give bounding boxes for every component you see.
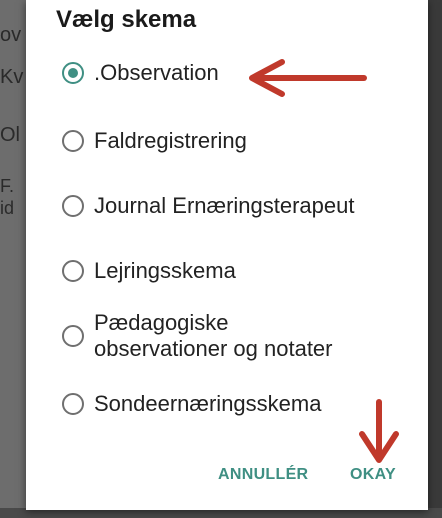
option-sondeernaeringsskema[interactable]: Sondeernæringsskema bbox=[62, 391, 321, 417]
option-label: Lejringsskema bbox=[94, 258, 236, 283]
option-label: Sondeernæringsskema bbox=[94, 391, 322, 416]
dialog-button-bar: ANNULLÉR OKAY bbox=[26, 466, 428, 496]
option-paedagogiske-observationer[interactable]: Pædagogiske observationer og notater bbox=[62, 310, 333, 362]
radio-unselected-icon[interactable] bbox=[62, 195, 84, 217]
background-edge bbox=[428, 0, 442, 518]
radio-unselected-icon[interactable] bbox=[62, 260, 84, 282]
option-label: Pædagogiske observationer og notater bbox=[94, 310, 333, 362]
radio-unselected-icon[interactable] bbox=[62, 325, 84, 347]
background-text-fragment: ov bbox=[0, 24, 22, 46]
okay-button[interactable]: OKAY bbox=[350, 466, 396, 484]
option-label: Journal Ernæringsterapeut bbox=[94, 193, 355, 218]
screen: ov Kv Ol F. id Vælg skema .Observation F… bbox=[0, 0, 442, 518]
background-text-fragment: Ol bbox=[0, 124, 20, 146]
red-arrow-icon bbox=[249, 59, 367, 97]
background-text-fragment: id bbox=[0, 198, 15, 218]
radio-unselected-icon[interactable] bbox=[62, 393, 84, 415]
background-text-fragment: F. bbox=[0, 176, 15, 196]
red-arrow-icon bbox=[359, 399, 399, 463]
cancel-button[interactable]: ANNULLÉR bbox=[218, 466, 308, 484]
background-text-fragment: Kv bbox=[0, 66, 24, 88]
option-label-line: observationer og notater bbox=[94, 336, 333, 361]
option-label: Faldregistrering bbox=[94, 128, 247, 153]
radio-selected-icon[interactable] bbox=[62, 62, 84, 84]
dialog-title: Vælg skema bbox=[56, 6, 197, 33]
option-label-line: Pædagogiske bbox=[94, 310, 229, 335]
radio-unselected-icon[interactable] bbox=[62, 130, 84, 152]
option-lejringsskema[interactable]: Lejringsskema bbox=[62, 258, 236, 284]
option-observation[interactable]: .Observation bbox=[62, 60, 219, 86]
option-faldregistrering[interactable]: Faldregistrering bbox=[62, 128, 247, 154]
option-journal-ernaeringsterapeut[interactable]: Journal Ernæringsterapeut bbox=[62, 193, 354, 219]
option-label: .Observation bbox=[94, 60, 219, 85]
